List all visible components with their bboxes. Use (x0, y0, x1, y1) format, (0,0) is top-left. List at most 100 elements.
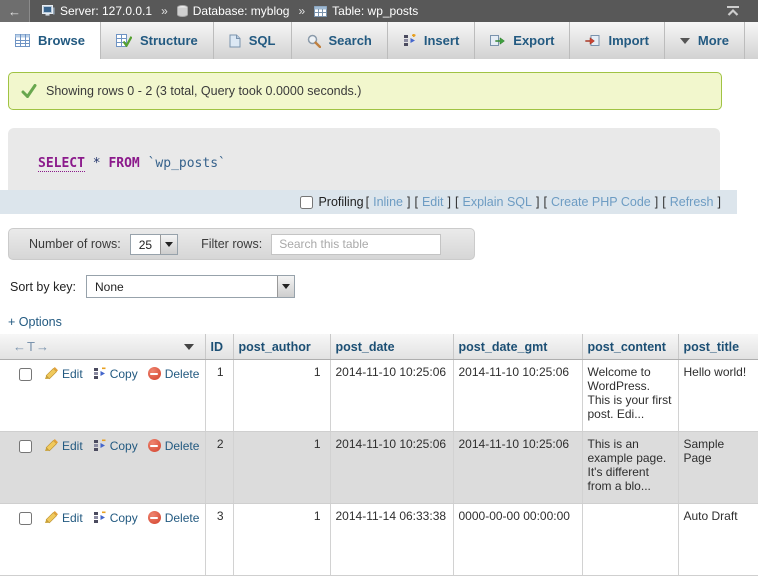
refresh-link[interactable]: Refresh (670, 195, 714, 209)
cell-post-author: 1 (233, 504, 330, 576)
delete-icon (148, 367, 161, 380)
create-php-code-link[interactable]: Create PHP Code (551, 195, 651, 209)
explain-sql-link[interactable]: Explain SQL (462, 195, 531, 209)
tab-browse-label: Browse (38, 33, 85, 48)
row-controls-bar: Number of rows: 25 Filter rows: (8, 228, 475, 260)
number-of-rows-label: Number of rows: (29, 237, 121, 251)
column-header-post-author[interactable]: post_author (233, 334, 330, 360)
cell-post-content: This is an example page. It's different … (582, 432, 678, 504)
copy-row-link[interactable]: Copy (93, 511, 138, 525)
insert-icon (403, 34, 416, 47)
cell-post-date-gmt: 2014-11-10 10:25:06 (453, 360, 582, 432)
sort-indicator-icon[interactable] (184, 344, 194, 350)
copy-label: Copy (110, 367, 138, 381)
bracket: [ (414, 195, 417, 209)
cell-post-title: Auto Draft (678, 504, 758, 576)
profiling-label: Profiling (318, 195, 363, 209)
options-toggle-link[interactable]: + Options (8, 315, 758, 329)
column-header-post-date-gmt[interactable]: post_date_gmt (453, 334, 582, 360)
breadcrumb-database-label: Database: myblog (193, 4, 290, 18)
delete-row-link[interactable]: Delete (148, 439, 200, 453)
cell-post-title: Hello world! (678, 360, 758, 432)
breadcrumb-server[interactable]: Server: 127.0.0.1 (42, 4, 152, 18)
copy-icon (93, 511, 106, 524)
select-arrow-icon (160, 235, 177, 254)
bracket: [ (366, 195, 369, 209)
edit-label: Edit (62, 367, 83, 381)
copy-row-link[interactable]: Copy (93, 367, 138, 381)
sort-row: Sort by key: None (10, 275, 758, 298)
edit-row-link[interactable]: Edit (44, 367, 83, 381)
status-message: Showing rows 0 - 2 (3 total, Query took … (8, 72, 722, 110)
edit-row-link[interactable]: Edit (44, 439, 83, 453)
table-row: Edit Copy Delete 3 1 2014-11-14 06:33:38… (0, 504, 758, 576)
sql-table-name: `wp_posts` (148, 156, 226, 171)
column-header-post-content[interactable]: post_content (582, 334, 678, 360)
breadcrumb-table-label: Table: wp_posts (332, 4, 418, 18)
tab-export[interactable]: Export (475, 22, 570, 59)
chevron-down-icon (680, 38, 690, 44)
row-checkbox[interactable] (19, 512, 32, 525)
breadcrumb-table[interactable]: Table: wp_posts (314, 4, 418, 18)
column-header-id[interactable]: ID (205, 334, 233, 360)
pencil-icon (44, 439, 58, 452)
column-transpose-icon[interactable]: T (27, 339, 36, 354)
sort-by-key-value: None (87, 276, 277, 297)
pencil-icon (44, 367, 58, 380)
bracket: [ (662, 195, 665, 209)
tab-insert[interactable]: Insert (388, 22, 475, 59)
bracket: [ (455, 195, 458, 209)
filter-rows-input[interactable] (271, 234, 441, 255)
profiling-checkbox[interactable] (300, 196, 313, 209)
edit-row-link[interactable]: Edit (44, 511, 83, 525)
database-icon (177, 5, 188, 17)
breadcrumb-separator: » (161, 4, 168, 18)
bracket: ] (536, 195, 539, 209)
copy-row-link[interactable]: Copy (93, 439, 138, 453)
cell-post-author: 1 (233, 432, 330, 504)
delete-row-link[interactable]: Delete (148, 511, 200, 525)
tab-structure-label: Structure (140, 33, 198, 48)
tab-sql[interactable]: SQL (214, 22, 292, 59)
table-icon (314, 6, 327, 17)
results-table: ←T→ ID post_author post_date post_date_g… (0, 334, 758, 576)
back-arrow-icon: ← (8, 4, 21, 19)
breadcrumb-separator: » (298, 4, 305, 18)
edit-label: Edit (62, 511, 83, 525)
breadcrumb-database[interactable]: Database: myblog (177, 4, 290, 18)
tab-browse[interactable]: Browse (0, 22, 101, 59)
edit-query-link[interactable]: Edit (422, 195, 444, 209)
sort-by-key-select[interactable]: None (86, 275, 295, 298)
tab-insert-label: Insert (424, 33, 459, 48)
delete-icon (148, 439, 161, 452)
row-checkbox[interactable] (19, 440, 32, 453)
browse-icon (15, 34, 30, 47)
bracket: [ (543, 195, 546, 209)
tab-import[interactable]: Import (570, 22, 664, 59)
number-of-rows-value: 25 (131, 235, 160, 254)
tab-more[interactable]: More (665, 22, 745, 59)
cell-id: 3 (205, 504, 233, 576)
column-move-left-icon[interactable]: ← (13, 339, 27, 354)
collapse-panel-icon[interactable] (726, 5, 740, 17)
tab-sql-label: SQL (249, 33, 276, 48)
column-header-post-date[interactable]: post_date (330, 334, 453, 360)
back-button[interactable]: ← (0, 0, 30, 22)
row-actions-cell: Edit Copy Delete (0, 432, 205, 504)
number-of-rows-select[interactable]: 25 (130, 234, 178, 255)
column-move-right-icon[interactable]: → (36, 339, 50, 354)
cell-id: 2 (205, 432, 233, 504)
copy-label: Copy (110, 511, 138, 525)
status-message-text: Showing rows 0 - 2 (3 total, Query took … (46, 84, 361, 98)
tab-structure[interactable]: Structure (101, 22, 214, 59)
sql-query-box: SELECT * FROM `wp_posts` (8, 128, 720, 190)
import-icon (585, 34, 600, 47)
bracket: ] (448, 195, 451, 209)
breadcrumb: Server: 127.0.0.1 » Database: myblog » T… (42, 4, 418, 18)
row-checkbox[interactable] (19, 368, 32, 381)
inline-link[interactable]: Inline (373, 195, 403, 209)
column-header-post-title[interactable]: post_title (678, 334, 758, 360)
delete-row-link[interactable]: Delete (148, 367, 200, 381)
search-icon (307, 34, 321, 48)
tab-search[interactable]: Search (292, 22, 388, 59)
